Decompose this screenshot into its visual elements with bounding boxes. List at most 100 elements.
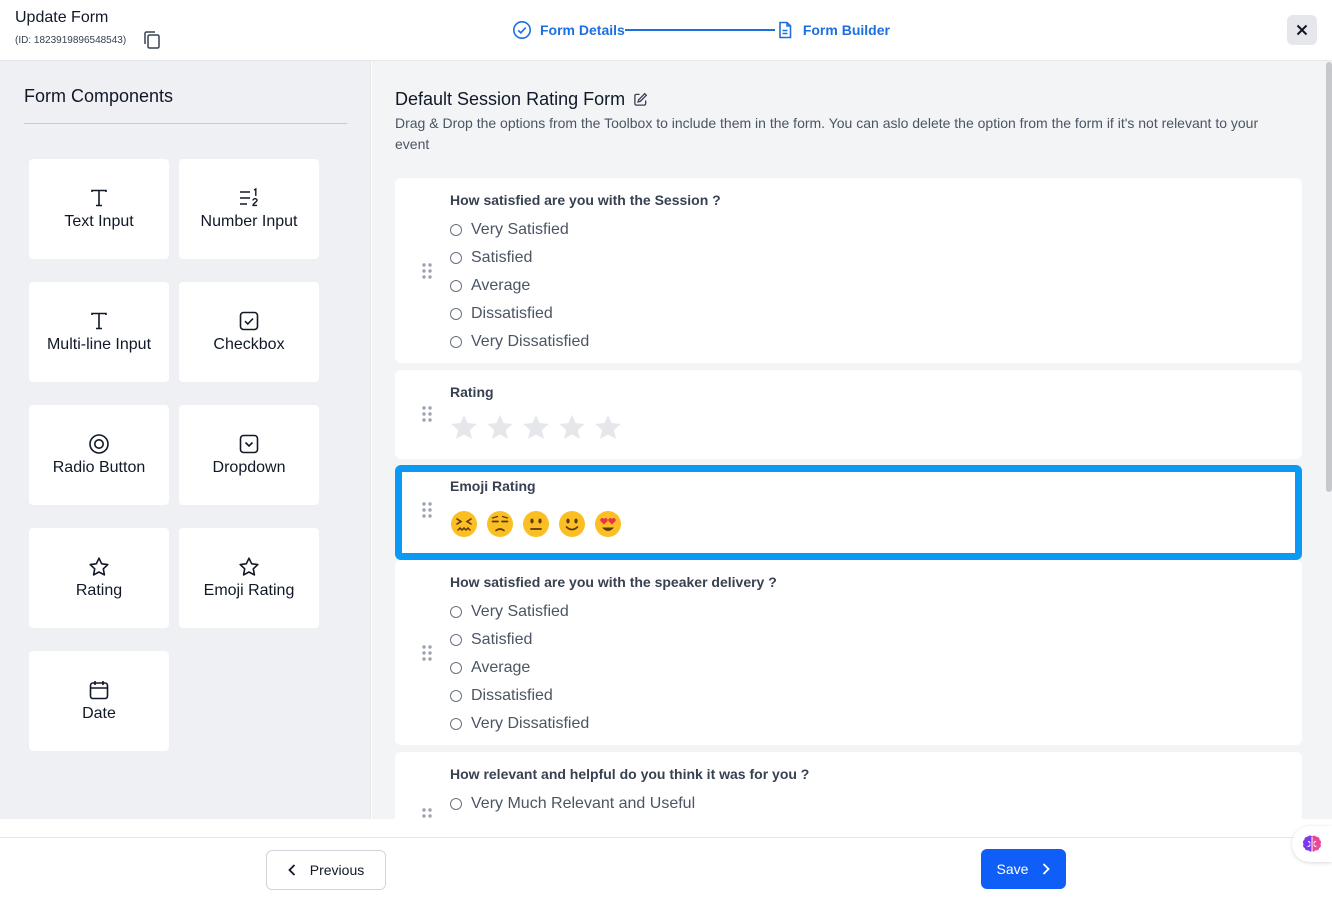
component-date[interactable]: Date — [29, 651, 169, 751]
radio-circle[interactable] — [450, 252, 462, 264]
component-multiline-input[interactable]: Multi-line Input — [29, 282, 169, 382]
component-dropdown[interactable]: Dropdown — [179, 405, 319, 505]
form-title: Default Session Rating Form — [395, 89, 648, 110]
previous-button[interactable]: Previous — [266, 850, 386, 890]
close-icon — [1296, 24, 1308, 36]
option-label: Dissatisfied — [471, 305, 553, 322]
emoji-rating[interactable] — [450, 510, 622, 538]
number-list-icon — [240, 187, 258, 207]
radio-circle[interactable] — [450, 606, 462, 618]
unamused-face-icon[interactable] — [486, 510, 514, 538]
radio-circle[interactable] — [450, 336, 462, 348]
brain-icon — [1302, 835, 1322, 852]
drag-handle-icon[interactable] — [421, 501, 433, 519]
radio-icon — [89, 434, 109, 454]
question-card-selected[interactable]: Emoji Rating — [395, 465, 1302, 560]
radio-option[interactable]: Average — [450, 659, 530, 677]
save-button[interactable]: Save — [981, 849, 1066, 889]
option-label: Average — [471, 659, 531, 676]
radio-option[interactable]: Very Satisfied — [450, 221, 569, 239]
star-icon[interactable] — [450, 413, 478, 441]
step-label: Form Details — [540, 22, 625, 38]
close-button[interactable] — [1287, 15, 1317, 45]
component-emoji-rating[interactable]: Emoji Rating — [179, 528, 319, 628]
star-icon — [239, 557, 259, 576]
component-checkbox[interactable]: Checkbox — [179, 282, 319, 382]
component-text-input[interactable]: Text Input — [29, 159, 169, 259]
component-label: Dropdown — [212, 459, 286, 476]
option-label: Very Satisfied — [471, 603, 569, 620]
radio-option[interactable]: Average — [450, 277, 530, 295]
star-icon[interactable] — [486, 413, 514, 441]
component-label: Date — [82, 705, 116, 722]
question-label: How satisfied are you with the speaker d… — [450, 574, 777, 590]
step-label: Form Builder — [802, 22, 890, 38]
drag-handle-icon[interactable] — [421, 644, 433, 662]
form-description: Drag & Drop the options from the Toolbox… — [395, 115, 1259, 152]
radio-option[interactable]: Very Satisfied — [450, 603, 569, 621]
radio-circle[interactable] — [450, 662, 462, 674]
heart-eyes-face-icon[interactable] — [594, 510, 622, 538]
question-card[interactable]: How satisfied are you with the Session ?… — [395, 178, 1302, 363]
drag-handle-icon[interactable] — [421, 807, 433, 819]
scrollbar[interactable] — [1326, 62, 1332, 492]
star-icon[interactable] — [594, 413, 622, 441]
option-label: Very Dissatisfied — [471, 715, 590, 732]
radio-circle[interactable] — [450, 718, 462, 730]
star-rating[interactable] — [450, 413, 622, 441]
neutral-face-icon[interactable] — [522, 510, 550, 538]
checkbox-icon — [239, 311, 259, 331]
component-label: Checkbox — [213, 336, 285, 353]
question-card[interactable]: How satisfied are you with the speaker d… — [395, 560, 1302, 745]
footer: Previous Save — [0, 837, 1332, 897]
assistant-button[interactable] — [1292, 826, 1332, 862]
radio-option[interactable]: Satisfied — [450, 249, 532, 267]
stepper: Form Details Form Builder — [512, 18, 890, 42]
radio-option[interactable]: Dissatisfied — [450, 687, 553, 705]
radio-circle[interactable] — [450, 690, 462, 702]
step-form-details[interactable]: Form Details — [512, 20, 625, 40]
radio-circle[interactable] — [450, 224, 462, 236]
star-icon[interactable] — [522, 413, 550, 441]
radio-option[interactable]: Dissatisfied — [450, 305, 553, 323]
confounded-face-icon[interactable] — [450, 510, 478, 538]
option-label: Average — [471, 277, 531, 294]
chevron-right-icon — [1043, 863, 1051, 875]
star-icon — [89, 557, 109, 576]
question-card[interactable]: How relevant and helpful do you think it… — [395, 752, 1302, 819]
option-label: Dissatisfied — [471, 687, 553, 704]
radio-circle[interactable] — [450, 798, 462, 810]
drag-handle-icon[interactable] — [421, 405, 433, 423]
component-radio-button[interactable]: Radio Button — [29, 405, 169, 505]
drag-handle-icon[interactable] — [421, 262, 433, 280]
copy-icon[interactable] — [142, 30, 162, 50]
radio-option[interactable]: Satisfied — [450, 631, 532, 649]
dropdown-icon — [239, 434, 259, 454]
chevron-left-icon — [287, 864, 295, 876]
component-label: Emoji Rating — [203, 582, 295, 599]
radio-option[interactable]: Very Dissatisfied — [450, 715, 589, 733]
radio-option[interactable]: Very Much Relevant and Useful — [450, 795, 695, 813]
step-form-builder[interactable]: Form Builder — [775, 20, 890, 40]
page-title: Update Form — [15, 9, 109, 26]
radio-option[interactable]: Very Dissatisfied — [450, 333, 589, 351]
form-canvas: Default Session Rating Form Drag & Drop … — [372, 61, 1332, 819]
form-id: (ID: 1823919896548543) — [15, 35, 127, 46]
question-label: Rating — [450, 384, 494, 400]
component-rating[interactable]: Rating — [29, 528, 169, 628]
component-label: Radio Button — [52, 459, 146, 476]
option-label: Very Much Relevant and Useful — [471, 795, 696, 812]
radio-circle[interactable] — [450, 634, 462, 646]
components-panel: Form Components Text Input Number Input … — [0, 61, 371, 819]
question-card[interactable]: Rating — [395, 370, 1302, 459]
option-label: Satisfied — [471, 249, 533, 266]
step-connector — [624, 29, 775, 31]
smiling-face-icon[interactable] — [558, 510, 586, 538]
divider — [24, 123, 347, 124]
radio-circle[interactable] — [450, 280, 462, 292]
question-label: Emoji Rating — [450, 478, 536, 494]
radio-circle[interactable] — [450, 308, 462, 320]
edit-icon[interactable] — [633, 92, 648, 107]
star-icon[interactable] — [558, 413, 586, 441]
component-number-input[interactable]: Number Input — [179, 159, 319, 259]
